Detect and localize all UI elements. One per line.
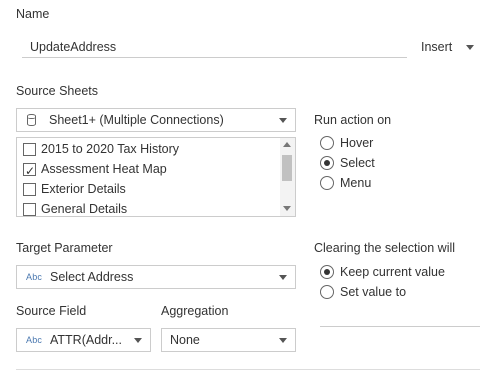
checkbox[interactable] — [23, 183, 36, 196]
sheet-label: 2015 to 2020 Tax History — [41, 142, 180, 156]
aggregation-label: Aggregation — [161, 304, 229, 318]
scroll-thumb[interactable] — [282, 155, 292, 181]
chevron-down-icon — [465, 45, 474, 51]
abc-type-icon: Abc — [26, 272, 43, 282]
divider — [16, 369, 480, 370]
scrollbar[interactable] — [280, 138, 295, 216]
radio-button[interactable] — [320, 156, 334, 170]
clearing-label: Clearing the selection will — [314, 241, 456, 255]
target-parameter-value: Select Address — [50, 270, 134, 284]
checkbox[interactable] — [23, 203, 36, 216]
radio-button[interactable] — [320, 136, 334, 150]
radio-button[interactable] — [320, 176, 334, 190]
source-sheets-label: Source Sheets — [16, 84, 98, 98]
chevron-down-icon — [279, 338, 287, 343]
target-parameter-dropdown[interactable]: Abc Select Address — [16, 265, 296, 289]
source-sheets-dropdown[interactable]: Sheet1+ (Multiple Connections) — [16, 108, 296, 132]
scroll-up-icon[interactable] — [283, 142, 291, 147]
source-field-dropdown[interactable]: Abc ATTR(Addr... — [16, 328, 151, 352]
radio-label: Keep current value — [340, 265, 445, 279]
action-name-input[interactable]: UpdateAddress — [22, 36, 407, 58]
target-parameter-label: Target Parameter — [16, 241, 113, 255]
database-icon — [27, 114, 36, 126]
radio-label: Select — [340, 156, 375, 170]
run-action-label: Run action on — [314, 113, 392, 127]
name-label: Name — [16, 7, 50, 21]
aggregation-value: None — [170, 333, 200, 347]
radio-button[interactable] — [320, 265, 334, 279]
scroll-down-icon[interactable] — [283, 206, 291, 211]
radio-label: Menu — [340, 176, 372, 190]
source-sheets-selected: Sheet1+ (Multiple Connections) — [49, 113, 224, 127]
radio-button[interactable] — [320, 285, 334, 299]
checkmark-icon: ✓ — [25, 164, 36, 178]
abc-type-icon: Abc — [26, 335, 43, 345]
sheet-list: 2015 to 2020 Tax History ✓ Assessment He… — [16, 137, 296, 217]
source-field-label: Source Field — [16, 304, 87, 318]
sheet-label: General Details — [41, 202, 128, 216]
chevron-down-icon — [279, 118, 287, 123]
insert-label: Insert — [421, 40, 453, 54]
sheet-label: Assessment Heat Map — [41, 162, 167, 176]
radio-label: Set value to — [340, 285, 407, 299]
aggregation-dropdown[interactable]: None — [161, 328, 296, 352]
source-field-value: ATTR(Addr... — [50, 333, 123, 347]
radio-label: Hover — [340, 136, 374, 150]
chevron-down-icon — [279, 275, 287, 280]
set-value-input[interactable] — [320, 326, 480, 327]
insert-dropdown[interactable]: Insert — [421, 36, 479, 58]
checkbox[interactable]: ✓ — [23, 163, 36, 178]
checkbox[interactable] — [23, 143, 36, 156]
sheet-label: Exterior Details — [41, 182, 126, 196]
chevron-down-icon — [134, 338, 142, 343]
